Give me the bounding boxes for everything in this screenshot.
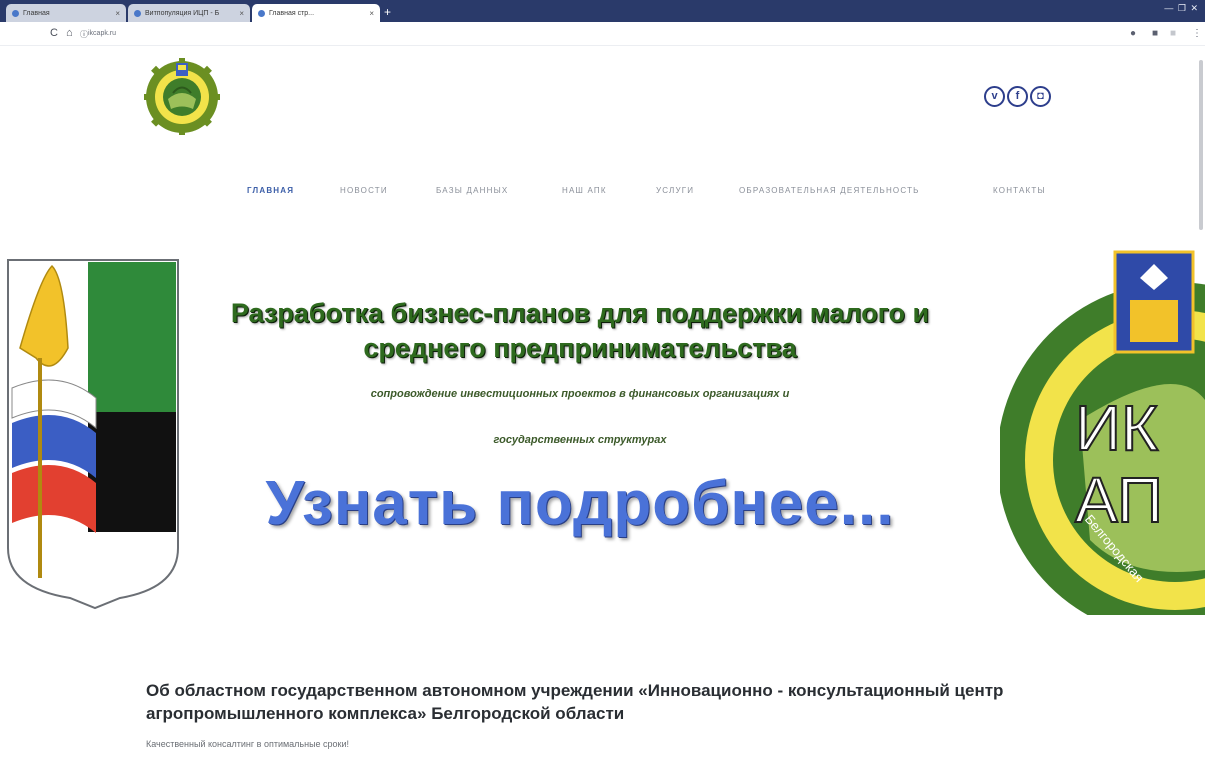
reload-icon[interactable]: C (50, 27, 58, 39)
plus-icon[interactable]: + (384, 5, 398, 19)
favicon-icon (12, 9, 19, 17)
hero-subtitle: государственных структурах (493, 434, 667, 446)
tab-label: Главная (23, 9, 50, 17)
close-icon[interactable]: × (239, 9, 244, 18)
nav-our-apk[interactable]: НАШ АПК (562, 186, 607, 195)
hero-title: Разработка бизнес-планов для поддержки м… (160, 296, 1000, 366)
main-nav: ГЛАВНАЯ НОВОСТИ БАЗЫ ДАННЫХ НАШ АПК УСЛУ… (0, 186, 1205, 200)
close-icon[interactable]: × (369, 9, 374, 18)
browser-tab[interactable]: Главная × (6, 4, 126, 22)
nav-services[interactable]: УСЛУГИ (656, 186, 694, 195)
browser-tab-bar: Главная × Bитпопуляция ИЦП - Б × Главная… (0, 0, 1205, 22)
tab-label: Bитпопуляция ИЦП - Б (145, 9, 220, 17)
about-tagline: Качественный консалтинг в оптимальные ср… (146, 739, 350, 749)
about-title: Об областном государственном автономном … (146, 681, 1004, 723)
hero-title-line: среднего предпринимательства (363, 333, 797, 363)
scrollbar-thumb[interactable] (1199, 60, 1203, 230)
hero-title-line: Разработка бизнес-планов для поддержки м… (230, 298, 930, 328)
region-emblem-left (7, 259, 179, 610)
browser-tab[interactable]: Bитпопуляция ИЦП - Б × (128, 4, 250, 22)
profile-icon[interactable]: ■ (1152, 28, 1158, 39)
extension-icon[interactable]: ● (1130, 28, 1136, 39)
emblem-letters-1: ИК (1075, 392, 1158, 464)
vk-icon[interactable]: v (984, 86, 1005, 107)
favicon-icon (258, 9, 265, 17)
facebook-icon[interactable]: f (1007, 86, 1028, 107)
address-bar: C ⌂ ⓘ ikcapk.ru ● ■ ■ ⋮ (0, 22, 1205, 46)
social-links: v f ◘ (984, 86, 1051, 107)
home-icon[interactable]: ⌂ (66, 27, 73, 39)
nav-news[interactable]: НОВОСТИ (340, 186, 388, 195)
close-icon[interactable]: × (115, 9, 120, 18)
menu-icon[interactable]: ⋮ (1192, 28, 1202, 39)
tab-label: Главная стр... (269, 9, 315, 17)
ikc-apk-emblem-right: ИК АП Белгородская (1000, 250, 1205, 615)
learn-more-link[interactable]: Узнать подробнее... (160, 468, 1000, 539)
site-logo[interactable] (143, 57, 221, 135)
nav-education[interactable]: ОБРАЗОВАТЕЛЬНАЯ ДЕЯТЕЛЬНОСТЬ (739, 186, 920, 195)
url-field[interactable]: ikcapk.ru (88, 30, 116, 37)
nav-home[interactable]: ГЛАВНАЯ (247, 186, 294, 195)
nav-databases[interactable]: БАЗЫ ДАННЫХ (436, 186, 508, 195)
favicon-icon (134, 9, 141, 17)
nav-contacts[interactable]: КОНТАКТЫ (993, 186, 1046, 195)
instagram-icon[interactable]: ◘ (1030, 86, 1051, 107)
bookmark-icon[interactable]: ■ (1170, 28, 1176, 39)
hero-subtitle: сопровождение инвестиционных проектов в … (370, 388, 790, 400)
browser-tab-active[interactable]: Главная стр... × (252, 4, 380, 22)
lock-icon: ⓘ (80, 30, 88, 39)
window-controls[interactable]: — ❐ ✕ (1164, 3, 1199, 14)
